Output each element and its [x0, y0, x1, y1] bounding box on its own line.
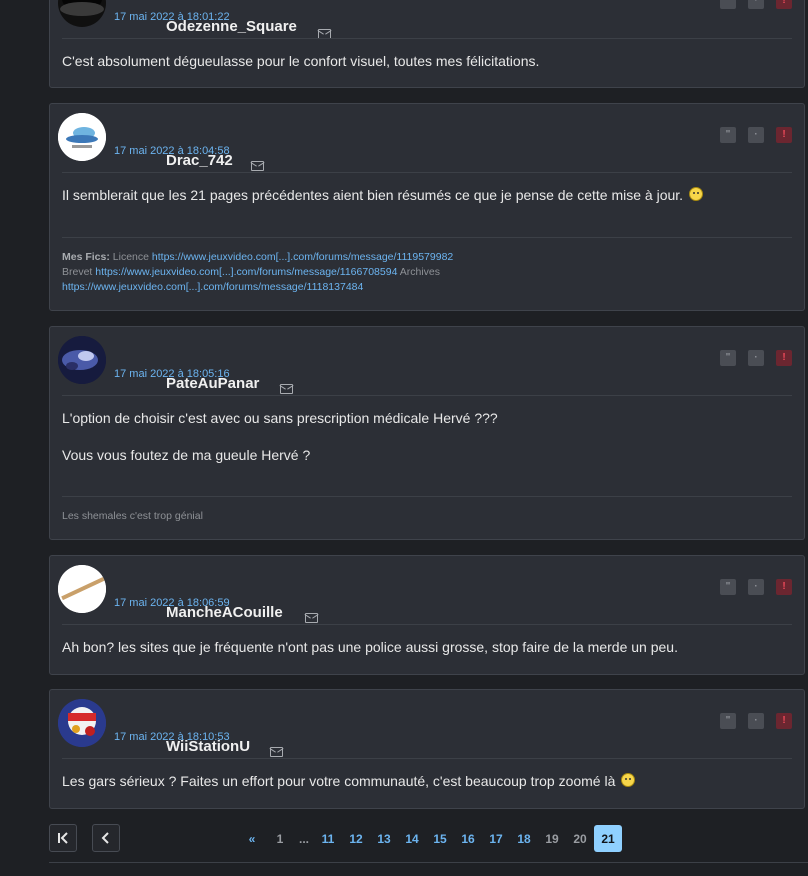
- page-link[interactable]: 20: [566, 825, 594, 852]
- signature-text: Archives: [399, 266, 441, 278]
- page-link[interactable]: 11: [314, 825, 342, 852]
- signature-divider: [62, 237, 792, 238]
- post-message: C'est absolument dégueulasse pour le con…: [62, 53, 540, 69]
- signature-label: Mes Fics:: [62, 251, 110, 263]
- post-message-line: Vous vous foutez de ma gueule Hervé ?: [62, 447, 311, 463]
- pagination: « 1 ... 11 12 13 14 15 16 17 18 19 20 21: [238, 825, 622, 852]
- current-page: 21: [594, 825, 622, 852]
- alert-button[interactable]: !: [776, 127, 792, 143]
- avatar[interactable]: [58, 0, 106, 27]
- avatar[interactable]: [58, 336, 106, 384]
- avatar[interactable]: [58, 113, 106, 161]
- signature-link[interactable]: https://www.jeuxvideo.com[...].com/forum…: [152, 251, 453, 263]
- page-link[interactable]: 15: [426, 825, 454, 852]
- signature: Mes Fics: Licence https://www.jeuxvideo.…: [62, 250, 634, 295]
- page-link[interactable]: 1: [266, 825, 294, 852]
- divider: [49, 862, 808, 863]
- divider: [62, 395, 792, 396]
- divider: [62, 172, 792, 173]
- mail-icon[interactable]: [251, 161, 264, 171]
- post-message: Les gars sérieux ? Faites un effort pour…: [62, 772, 788, 790]
- post-message-text: Il semblerait que les 21 pages précédent…: [62, 187, 684, 203]
- mail-icon[interactable]: [280, 384, 293, 394]
- smiley-icon: [688, 187, 703, 201]
- alert-button[interactable]: !: [776, 350, 792, 366]
- author-pseudo[interactable]: MancheACouille: [166, 604, 283, 621]
- signature: Les shemales c'est trop génial: [62, 510, 203, 522]
- previous-pages-link[interactable]: «: [238, 825, 266, 852]
- signature-text: Brevet: [62, 266, 93, 278]
- left-gutter: [0, 0, 48, 876]
- pagination-ellipsis: ...: [298, 831, 309, 846]
- signature-link[interactable]: https://www.jeuxvideo.com[...].com/forum…: [95, 266, 397, 278]
- post-message-line: L'option de choisir c'est avec ou sans p…: [62, 410, 498, 426]
- divider: [62, 624, 792, 625]
- divider: [62, 758, 792, 759]
- delete-button[interactable]: ·: [748, 713, 764, 729]
- page-link[interactable]: 12: [342, 825, 370, 852]
- alert-button[interactable]: !: [776, 579, 792, 595]
- forum-post: 17 mai 2022 à 18:01:22 Odezenne_Square "…: [49, 0, 805, 88]
- quote-button[interactable]: ": [720, 579, 736, 595]
- post-message-text: Les gars sérieux ? Faites un effort pour…: [62, 773, 616, 789]
- page-link[interactable]: 16: [454, 825, 482, 852]
- page-link[interactable]: 17: [482, 825, 510, 852]
- signature-link[interactable]: https://www.jeuxvideo.com[...].com/forum…: [62, 281, 363, 293]
- delete-button[interactable]: ·: [748, 127, 764, 143]
- page-link[interactable]: 14: [398, 825, 426, 852]
- mail-icon[interactable]: [305, 613, 318, 623]
- signature-text: Licence: [112, 251, 149, 263]
- quote-button[interactable]: ": [720, 0, 736, 9]
- page-link[interactable]: 13: [370, 825, 398, 852]
- quote-button[interactable]: ": [720, 350, 736, 366]
- author-pseudo[interactable]: Drac_742: [166, 152, 233, 169]
- post-message: Ah bon? les sites que je fréquente n'ont…: [62, 639, 678, 655]
- author-pseudo[interactable]: Odezenne_Square: [166, 18, 297, 35]
- avatar[interactable]: [58, 699, 106, 747]
- avatar[interactable]: [58, 565, 106, 613]
- divider: [62, 38, 792, 39]
- forum-post: 17 mai 2022 à 18:06:59 MancheACouille " …: [49, 555, 805, 675]
- alert-button[interactable]: !: [776, 0, 792, 9]
- forum-post: 17 mai 2022 à 18:04:58 Drac_742 " · ! Il…: [49, 103, 805, 311]
- sad-smiley-icon: [621, 773, 636, 787]
- forum-post: 17 mai 2022 à 18:10:53 WiiStationU " · !…: [49, 689, 805, 809]
- page-link[interactable]: 19: [538, 825, 566, 852]
- author-pseudo[interactable]: WiiStationU: [166, 738, 250, 755]
- signature-divider: [62, 496, 792, 497]
- quote-button[interactable]: ": [720, 713, 736, 729]
- mail-icon[interactable]: [270, 747, 283, 757]
- delete-button[interactable]: ·: [748, 0, 764, 9]
- quote-button[interactable]: ": [720, 127, 736, 143]
- page-link[interactable]: 18: [510, 825, 538, 852]
- previous-page-button[interactable]: [92, 824, 120, 852]
- alert-button[interactable]: !: [776, 713, 792, 729]
- first-page-icon: [58, 832, 68, 844]
- chevron-left-icon: [101, 832, 109, 844]
- delete-button[interactable]: ·: [748, 579, 764, 595]
- post-message: Il semblerait que les 21 pages précédent…: [62, 186, 788, 204]
- delete-button[interactable]: ·: [748, 350, 764, 366]
- first-page-button[interactable]: [49, 824, 77, 852]
- forum-post: 17 mai 2022 à 18:05:16 PateAuPanar " · !…: [49, 326, 805, 540]
- author-pseudo[interactable]: PateAuPanar: [166, 375, 259, 392]
